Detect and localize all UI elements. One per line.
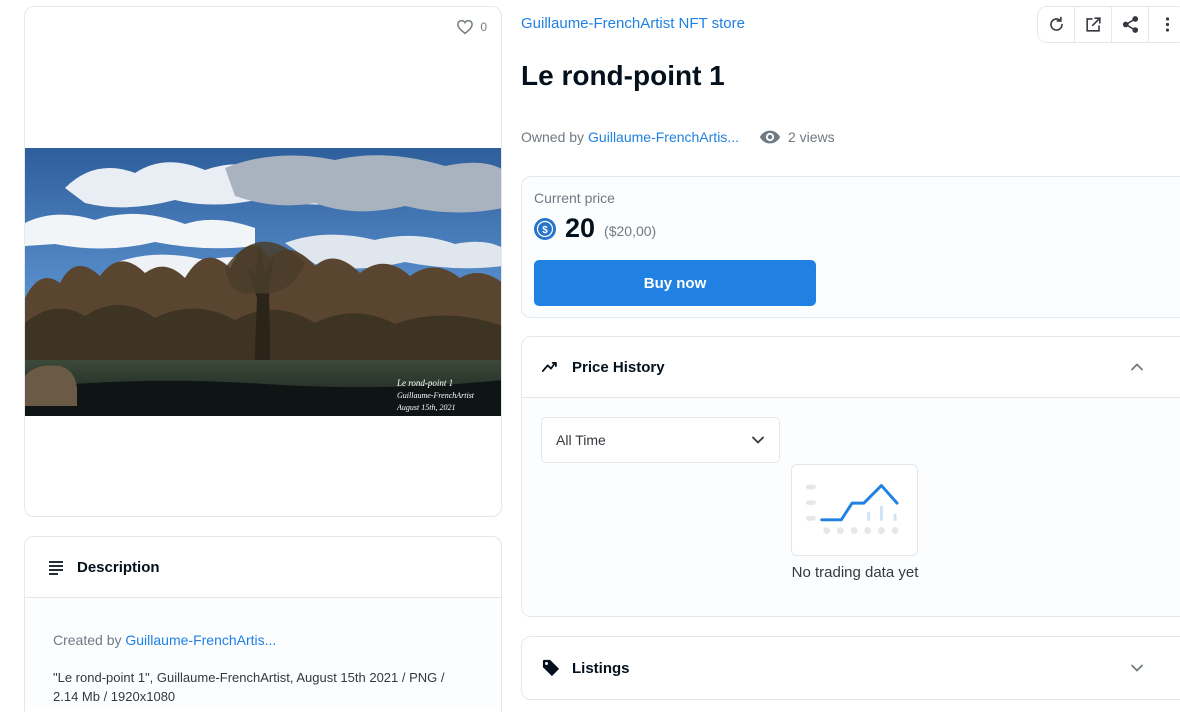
view-count: 2 views (759, 129, 835, 145)
share-button[interactable] (1112, 7, 1149, 42)
open-external-button[interactable] (1075, 7, 1112, 42)
price-history-body: All Time No trading data yet (522, 398, 1180, 616)
price-fiat: ($20,00) (604, 223, 657, 239)
eye-icon (759, 130, 781, 144)
time-range-value: All Time (556, 432, 606, 448)
buy-now-button[interactable]: Buy now (534, 260, 816, 306)
artwork-image[interactable]: Le rond-point 1 Guillaume-FrenchArtist A… (25, 148, 501, 416)
nft-item-page: 0 Le rond-point 1 Guillaume-FrenchArtist… (0, 0, 1180, 712)
views-text: 2 views (787, 129, 835, 145)
lines-icon (47, 558, 65, 576)
refresh-button[interactable] (1038, 7, 1075, 42)
usdc-coin-icon[interactable]: $ (534, 217, 556, 240)
owned-by-label: Owned by (521, 129, 585, 145)
price-history-title: Price History (572, 358, 665, 376)
external-link-icon (1085, 17, 1101, 32)
heart-icon (457, 19, 474, 35)
tag-icon (542, 659, 560, 677)
created-by-row: Created by Guillaume-FrenchArtis... (53, 632, 473, 648)
current-price-label: Current price (534, 190, 615, 206)
description-header[interactable]: Description (25, 537, 501, 598)
created-by-label: Created by (53, 632, 122, 648)
description-title: Description (77, 558, 160, 576)
artwork-caption-line-1: Le rond-point 1 (396, 378, 453, 388)
owner-row: Owned by Guillaume-FrenchArtis... 2 view… (521, 129, 835, 145)
item-title: Le rond-point 1 (521, 60, 725, 91)
trending-icon (542, 358, 560, 376)
time-range-select[interactable]: All Time (541, 417, 780, 463)
artwork-caption-line-2: Guillaume-FrenchArtist (397, 391, 475, 400)
share-icon (1122, 16, 1138, 33)
empty-chart-illustration (791, 464, 918, 556)
collection-link[interactable]: Guillaume-FrenchArtist NFT store (521, 15, 745, 32)
description-text: "Le rond-point 1", Guillaume-FrenchArtis… (53, 670, 445, 704)
creator-link[interactable]: Guillaume-FrenchArtis... (125, 632, 276, 648)
price-row: $ 20 ($20,00) (534, 213, 1180, 244)
description-body: Created by Guillaume-FrenchArtis... "Le … (25, 598, 501, 706)
chevron-up-icon[interactable] (1130, 360, 1144, 374)
favorite-button[interactable]: 0 (456, 18, 487, 36)
price-history-panel: Price History All Time No trading data y… (521, 336, 1180, 617)
listings-header[interactable]: Listings (522, 637, 1180, 699)
owner-link[interactable]: Guillaume-FrenchArtis... (588, 129, 739, 145)
item-toolbar (1037, 6, 1180, 43)
artwork-caption-line-3: August 15th, 2021 (396, 403, 455, 412)
more-options-button[interactable] (1149, 7, 1180, 42)
listings-panel: Listings (521, 636, 1180, 700)
no-trading-data-text: No trading data yet (791, 564, 919, 581)
chevron-down-icon[interactable] (1130, 661, 1144, 675)
price-amount: 20 (565, 213, 596, 243)
price-panel: Current price $ 20 ($20,00) Buy now (521, 176, 1180, 318)
favorite-count: 0 (480, 20, 487, 34)
price-history-header[interactable]: Price History (522, 337, 1180, 398)
svg-text:$: $ (542, 225, 548, 236)
media-card: 0 Le rond-point 1 Guillaume-FrenchArtist… (24, 6, 502, 517)
chevron-down-icon (751, 433, 765, 447)
refresh-icon (1049, 16, 1063, 31)
more-vertical-icon (1165, 17, 1170, 32)
listings-title: Listings (572, 659, 630, 677)
description-panel: Description Created by Guillaume-FrenchA… (24, 536, 502, 712)
